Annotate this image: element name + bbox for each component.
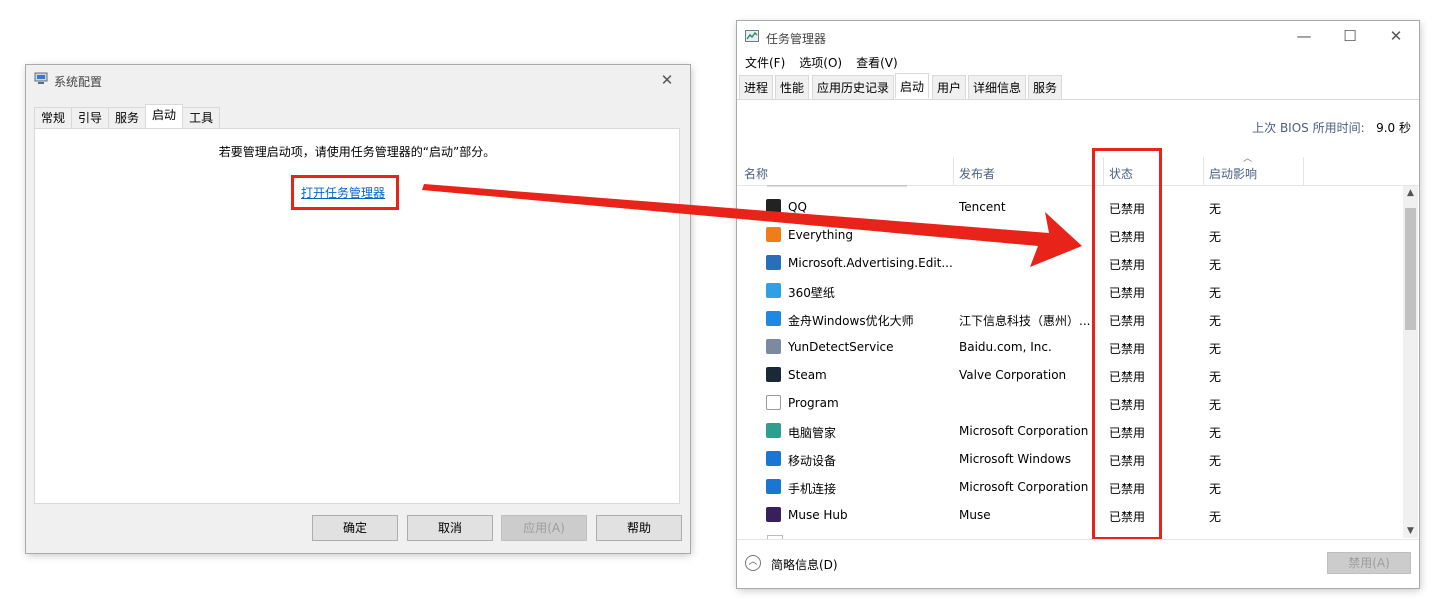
- annotation-arrow: [422, 184, 1082, 267]
- red-arrow-icon: [422, 184, 1082, 267]
- tab-startup[interactable]: 启动: [145, 104, 184, 128]
- tab-startup[interactable]: 启动: [895, 73, 930, 98]
